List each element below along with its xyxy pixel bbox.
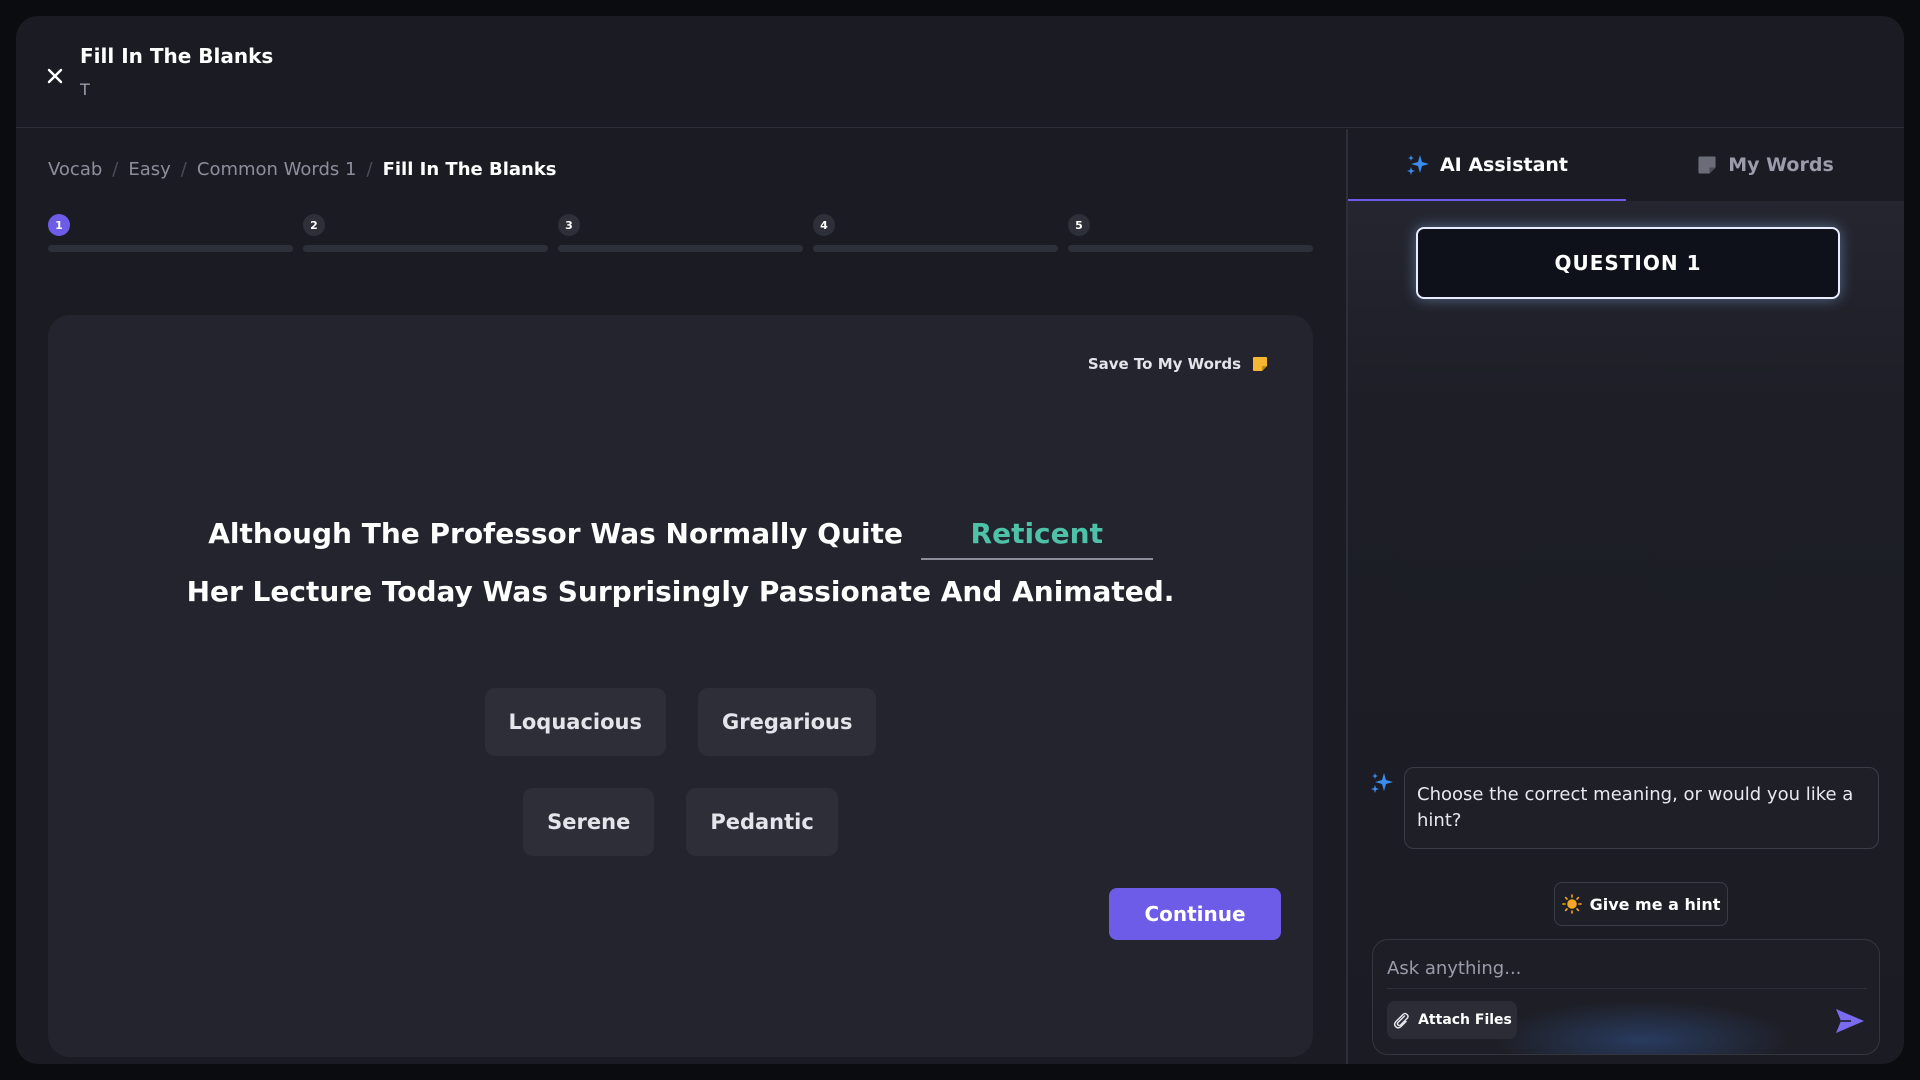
breadcrumb-item-common-words[interactable]: Common Words 1 <box>197 159 357 180</box>
close-icon <box>47 68 63 84</box>
exercise-pane: Vocab / Easy / Common Words 1 / Fill In … <box>16 129 1346 1064</box>
breadcrumb-separator: / <box>180 159 187 180</box>
send-button[interactable] <box>1833 1004 1867 1038</box>
sentence-part-1: Although The Professor Was Normally Quit… <box>208 517 903 550</box>
breadcrumb-separator: / <box>366 159 373 180</box>
hint-label: Give me a hint <box>1589 894 1721 914</box>
composer-glow <box>1493 1000 1793 1054</box>
sparkle-icon <box>1371 773 1393 793</box>
question-sentence: Although The Professor Was Normally Quit… <box>48 505 1313 621</box>
progress-steps: 1 2 3 4 5 <box>48 214 1313 254</box>
note-icon <box>1253 357 1267 371</box>
step-number: 5 <box>1068 214 1090 236</box>
step-1[interactable]: 1 <box>48 214 293 254</box>
save-label: Save To My Words <box>1087 355 1241 373</box>
lightbulb-icon <box>1561 894 1582 914</box>
attach-label: Attach Files <box>1418 1012 1512 1028</box>
tab-label: My Words <box>1728 154 1834 176</box>
assistant-message: Choose the correct meaning, or would you… <box>1404 767 1879 849</box>
step-number: 4 <box>813 214 835 236</box>
assistant-pane: AI Assistant My Words QUESTION 1 Choose … <box>1348 129 1904 1064</box>
attach-files-button[interactable]: Attach Files <box>1387 1001 1517 1039</box>
page-title: Fill In The Blanks <box>80 44 274 68</box>
question-card: Save To My Words Although The Professor … <box>48 315 1313 1057</box>
paperclip-icon <box>1393 1012 1409 1029</box>
continue-button[interactable]: Continue <box>1109 888 1281 940</box>
option-pedantic[interactable]: Pedantic <box>686 788 838 856</box>
step-number: 3 <box>558 214 580 236</box>
step-bar <box>303 245 548 252</box>
step-3[interactable]: 3 <box>558 214 803 254</box>
tab-my-words[interactable]: My Words <box>1626 129 1904 201</box>
breadcrumb: Vocab / Easy / Common Words 1 / Fill In … <box>48 159 557 180</box>
quiz-window: Fill In The Blanks T Vocab / Easy / Comm… <box>16 16 1904 1064</box>
step-number: 1 <box>48 214 70 236</box>
composer-divider <box>1387 988 1867 989</box>
sparkle-icon <box>1406 155 1429 175</box>
options-row: Loquacious Gregarious <box>48 688 1313 756</box>
question-indicator: QUESTION 1 <box>1416 227 1840 299</box>
note-icon <box>1698 156 1716 174</box>
sentence-part-2: Her Lecture Today Was Surprisingly Passi… <box>186 575 1175 608</box>
step-bar <box>1068 245 1313 252</box>
breadcrumb-item-easy[interactable]: Easy <box>128 159 170 180</box>
step-5[interactable]: 5 <box>1068 214 1313 254</box>
chat-input[interactable] <box>1387 950 1867 986</box>
step-bar <box>813 245 1058 252</box>
step-4[interactable]: 4 <box>813 214 1058 254</box>
option-gregarious[interactable]: Gregarious <box>698 688 877 756</box>
save-to-my-words-button[interactable]: Save To My Words <box>1088 355 1269 373</box>
options-row: Serene Pedantic <box>48 788 1313 856</box>
chat-composer: Attach Files <box>1372 939 1880 1055</box>
answer-options: Loquacious Gregarious Serene Pedantic <box>48 688 1313 888</box>
answer-blank[interactable]: Reticent <box>920 510 1153 560</box>
option-serene[interactable]: Serene <box>523 788 655 856</box>
step-2[interactable]: 2 <box>303 214 548 254</box>
give-hint-button[interactable]: Give me a hint <box>1554 882 1728 926</box>
step-bar <box>558 245 803 252</box>
tab-label: AI Assistant <box>1439 154 1569 176</box>
close-button[interactable] <box>40 61 70 91</box>
breadcrumb-item-current: Fill In The Blanks <box>382 159 557 180</box>
option-loquacious[interactable]: Loquacious <box>484 688 666 756</box>
assistant-tabs: AI Assistant My Words <box>1348 129 1904 201</box>
step-bar <box>48 245 293 252</box>
breadcrumb-separator: / <box>112 159 119 180</box>
header: Fill In The Blanks T <box>16 16 1904 128</box>
tab-ai-assistant[interactable]: AI Assistant <box>1348 129 1626 201</box>
page-subtitle: T <box>80 80 90 99</box>
send-icon <box>1836 1009 1864 1033</box>
step-number: 2 <box>303 214 325 236</box>
breadcrumb-item-vocab[interactable]: Vocab <box>48 159 102 180</box>
